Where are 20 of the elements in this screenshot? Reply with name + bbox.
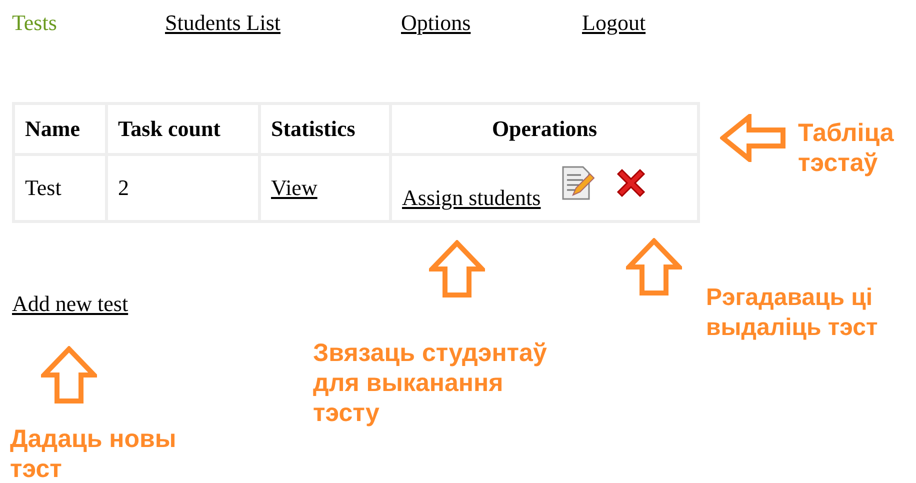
annotation-text: Табліца тэстаў [798,118,894,178]
left-arrow-icon [720,114,786,162]
view-link[interactable]: View [271,175,318,200]
up-arrow-icon [626,238,682,296]
annotation-text: Дадаць новы тэст [10,424,176,483]
add-test-link[interactable]: Add new test [12,291,128,317]
column-header: Task count [106,104,260,154]
annotation-text: Рэгадаваць ці выдаліць тэст [706,283,878,343]
nav-link[interactable]: Students List [165,10,401,50]
column-header: Name [14,104,106,154]
column-header: Statistics [260,104,390,154]
annotation-text: Звязаць студэнтаў для выканання тэсту [313,338,547,428]
up-arrow-icon [41,346,97,404]
table-cell: Test [14,154,106,222]
table-cell: 2 [106,154,260,222]
up-arrow-icon [429,240,485,298]
assign-students-link[interactable]: Assign students [402,185,541,211]
column-header: Operations [390,104,698,154]
nav-link[interactable]: Logout [582,10,646,50]
nav-link[interactable]: Options [401,10,582,50]
